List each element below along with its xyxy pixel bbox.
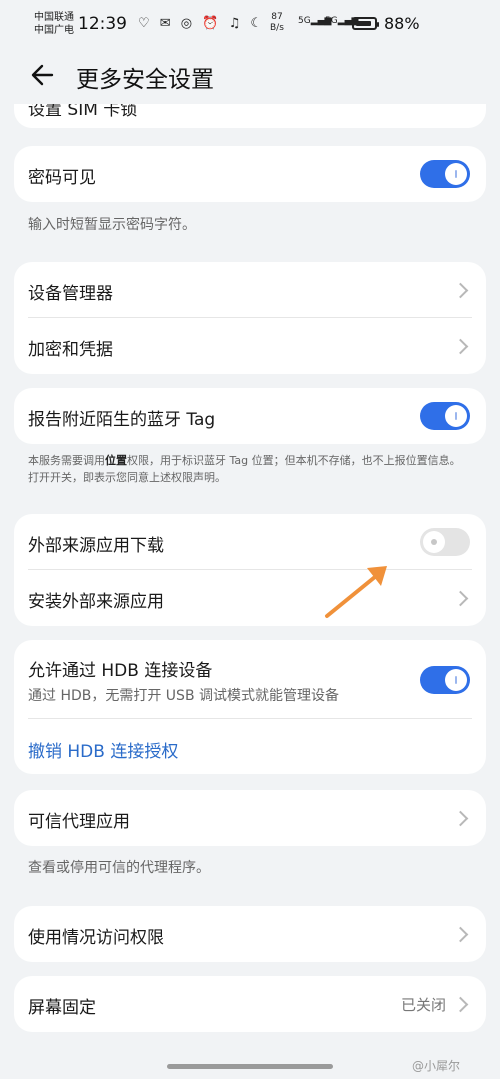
carrier-info: 中国联通 中国广电 [34, 11, 74, 37]
app-header: 更多安全设置 [0, 50, 500, 110]
chevron-right-icon [452, 338, 469, 355]
bluetooth-tag-card: 报告附近陌生的蓝牙 Tag [14, 388, 486, 444]
hdb-card: 允许通过 HDB 连接设备 通过 HDB，无需打开 USB 调试模式就能管理设备… [14, 640, 486, 774]
carrier-2: 中国广电 [34, 25, 74, 36]
annotation-arrow [325, 566, 387, 618]
password-visible-note: 输入时短暂显示密码字符。 [28, 217, 196, 233]
watermark: @小犀尔 [412, 1059, 461, 1073]
toggle-knob [445, 405, 467, 427]
chevron-right-icon [452, 996, 469, 1013]
password-visible-toggle[interactable] [420, 160, 470, 188]
external-download-toggle[interactable] [420, 528, 470, 556]
hdb-label: 允许通过 HDB 连接设备 [28, 661, 213, 681]
note-prefix: 本服务需要调用 [28, 454, 105, 467]
device-admin-label: 设备管理器 [28, 284, 113, 304]
bluetooth-tag-note: 本服务需要调用位置权限，用于标识蓝牙 Tag 位置；但本机不存储，也不上报位置信… [28, 452, 468, 486]
toggle-knob [445, 163, 467, 185]
trusted-agents-label: 可信代理应用 [28, 812, 130, 832]
network-speed: 87 B/s [270, 12, 284, 34]
chevron-right-icon [452, 810, 469, 827]
screen-pinning-value: 已关闭 [400, 996, 446, 1014]
install-external-row[interactable]: 安装外部来源应用 [14, 570, 486, 626]
chevron-right-icon [452, 926, 469, 943]
encryption-row[interactable]: 加密和凭据 [14, 318, 486, 374]
sim-lock-card-partial[interactable]: 设置 SIM 卡锁 [14, 104, 486, 128]
admin-card: 设备管理器 加密和凭据 [14, 262, 486, 374]
hdb-sub: 通过 HDB，无需打开 USB 调试模式就能管理设备 [28, 688, 339, 704]
encryption-label: 加密和凭据 [28, 340, 113, 360]
carrier-1: 中国联通 [34, 12, 74, 23]
note-bold: 位置 [105, 454, 127, 467]
trusted-agents-note: 查看或停用可信的代理程序。 [28, 860, 210, 876]
clock: 12:39 [78, 14, 127, 34]
device-admin-row[interactable]: 设备管理器 [14, 262, 486, 318]
net-speed-unit: B/s [270, 23, 284, 33]
battery-icon [352, 17, 379, 30]
back-arrow-icon[interactable] [28, 60, 58, 90]
bluetooth-tag-toggle[interactable] [420, 402, 470, 430]
screen-pinning-label: 屏幕固定 [28, 998, 96, 1018]
usage-access-label: 使用情况访问权限 [28, 928, 164, 948]
page-title: 更多安全设置 [76, 67, 214, 93]
external-source-card: 外部来源应用下载 安装外部来源应用 [14, 514, 486, 626]
toggle-knob [445, 669, 467, 691]
hdb-toggle[interactable] [420, 666, 470, 694]
revoke-hdb-link[interactable]: 撤销 HDB 连接授权 [28, 737, 178, 762]
sim-lock-label: 设置 SIM 卡锁 [28, 104, 138, 120]
external-download-label: 外部来源应用下载 [28, 536, 164, 556]
trusted-agents-card[interactable]: 可信代理应用 [14, 790, 486, 846]
divider [28, 718, 472, 719]
notification-icons: ♡ ✉ ◎ ⏰ ♫ ☾ [138, 16, 266, 31]
chevron-right-icon [452, 590, 469, 607]
net-speed-value: 87 [271, 12, 283, 22]
screen-pinning-card[interactable]: 屏幕固定 已关闭 [14, 976, 486, 1032]
password-visible-card: 密码可见 [14, 146, 486, 202]
bluetooth-tag-label: 报告附近陌生的蓝牙 Tag [28, 410, 216, 430]
battery-percent: 88% [384, 14, 420, 33]
toggle-knob [423, 531, 445, 553]
sig1-label: 5G [298, 16, 311, 26]
usage-access-card[interactable]: 使用情况访问权限 [14, 906, 486, 962]
install-external-label: 安装外部来源应用 [28, 592, 164, 612]
status-bar: 中国联通 中国广电 12:39 ♡ ✉ ◎ ⏰ ♫ ☾ 87 B/s 5G▂▄▆… [0, 0, 500, 50]
sig2-label: 5G [325, 16, 338, 26]
chevron-right-icon [452, 282, 469, 299]
password-visible-label: 密码可见 [28, 168, 96, 188]
hdb-row: 允许通过 HDB 连接设备 通过 HDB，无需打开 USB 调试模式就能管理设备 [14, 640, 486, 718]
external-download-row: 外部来源应用下载 [14, 514, 486, 570]
home-indicator[interactable] [167, 1064, 333, 1069]
